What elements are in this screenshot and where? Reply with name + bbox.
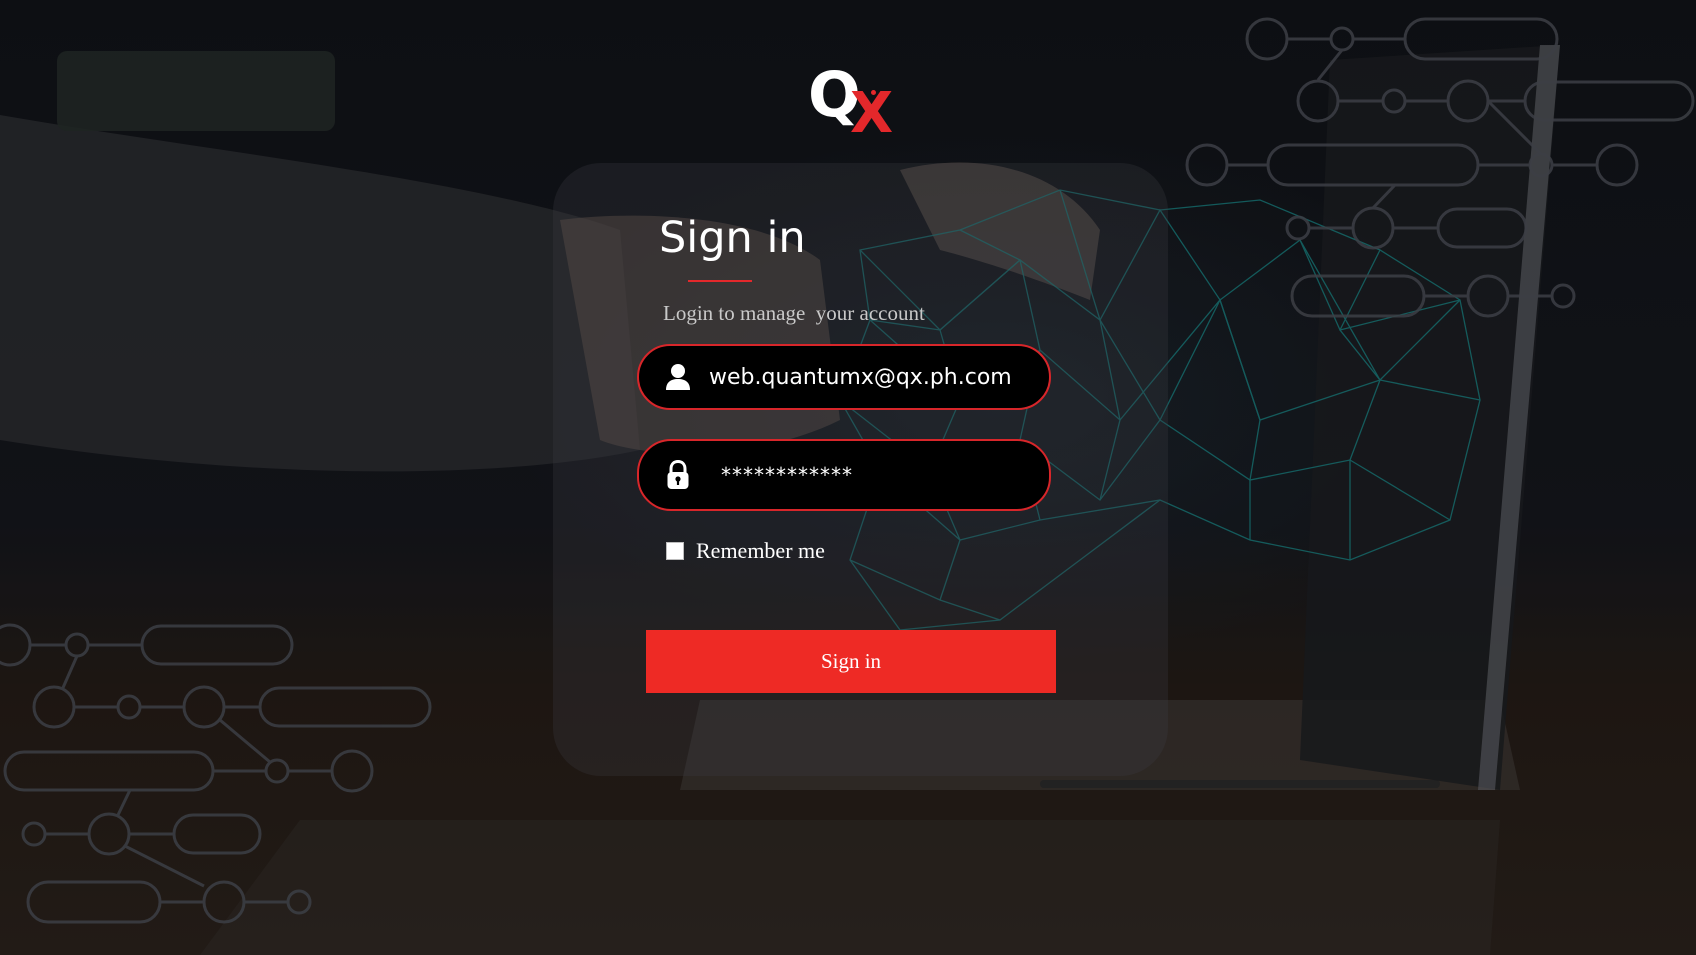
logo-x-letter: X [850,81,894,146]
sign-in-button[interactable]: Sign in [646,630,1056,693]
page-title: Sign in [659,213,806,263]
login-subtitle: Login to manage your account [663,301,925,325]
password-field[interactable] [637,439,1051,511]
remember-me[interactable]: Remember me [666,538,825,564]
remember-me-checkbox[interactable] [666,542,684,560]
qx-logo: Q X [808,60,908,152]
user-icon [663,362,693,392]
title-underline [688,280,752,282]
password-input[interactable] [721,463,1041,487]
email-input[interactable] [709,364,1029,390]
header-placeholder [57,51,335,131]
login-page: Q X Sign in Login to manage your account [0,0,1696,955]
email-field[interactable] [637,344,1051,410]
remember-me-label[interactable]: Remember me [696,538,825,564]
lock-icon [663,460,693,490]
